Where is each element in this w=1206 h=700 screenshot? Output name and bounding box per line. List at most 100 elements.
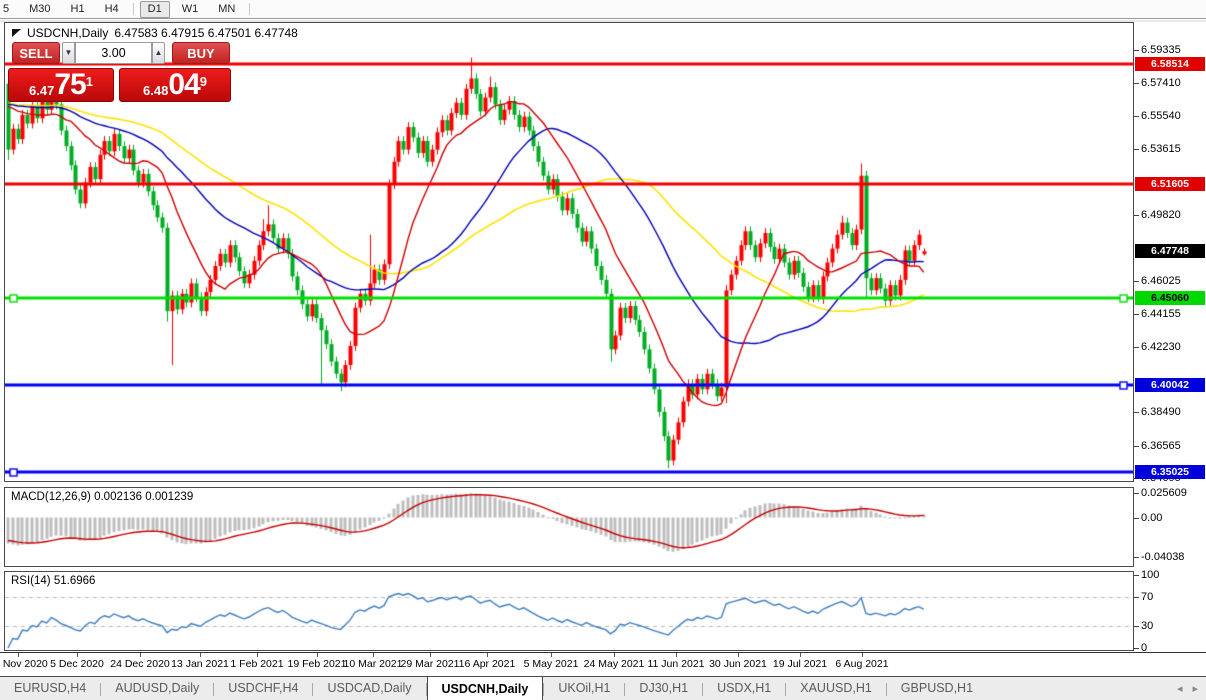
timeframe-button-h1[interactable]: H1 — [63, 1, 93, 18]
date-tick-label: 5 Dec 2020 — [50, 658, 104, 670]
date-tick-label: 24 May 2021 — [584, 658, 645, 670]
price-tick-label: 6.53615 — [1141, 143, 1181, 155]
date-tick-label: 13 Jan 2021 — [171, 658, 229, 670]
price-tick-mark — [1134, 446, 1139, 447]
main-chart-panel: USDCNH,Daily 6.47583 6.47915 6.47501 6.4… — [4, 22, 1134, 482]
symbol-tab-usdchf[interactable]: USDCHF,H4 — [214, 677, 312, 700]
macd-tick-label: 0.00 — [1141, 512, 1162, 524]
date-tick-label: 1 Feb 2021 — [230, 658, 283, 670]
date-tick-label: 17 Nov 2020 — [0, 658, 48, 670]
buy-price-box[interactable]: 6.48049 — [119, 68, 231, 102]
symbol-tab-dj30[interactable]: DJ30,H1 — [625, 677, 702, 700]
date-tick-label: 5 May 2021 — [524, 658, 579, 670]
price-tick-label: 6.38490 — [1141, 406, 1181, 418]
price-tick-mark — [1134, 281, 1139, 282]
date-tick-label: 19 Jul 2021 — [773, 658, 827, 670]
sell-price-big: 75 — [54, 71, 85, 99]
macd-tick-mark — [1134, 518, 1139, 519]
date-tick-mark — [738, 653, 739, 657]
date-tick-mark — [77, 653, 78, 657]
macd-tick-mark — [1134, 493, 1139, 494]
date-tick-mark — [862, 653, 863, 657]
price-axis[interactable]: 6.593356.574106.555406.536156.498206.460… — [1134, 22, 1206, 674]
timeframe-button-mn[interactable]: MN — [210, 1, 243, 18]
date-tick-label: 11 Jun 2021 — [647, 658, 704, 670]
price-tick-mark — [1134, 314, 1139, 315]
symbol-tab-usdcnh[interactable]: USDCNH,Daily — [427, 676, 544, 700]
chart-symbol-label: USDCNH,Daily — [27, 26, 108, 40]
toolbar-separator — [133, 3, 134, 15]
price-badge: 6.51605 — [1135, 177, 1205, 191]
tab-scroll-left-icon[interactable]: ◂ — [1177, 682, 1183, 695]
price-tick-label: 6.59335 — [1141, 44, 1181, 56]
symbol-tab-ukoil[interactable]: UKOil,H1 — [544, 677, 624, 700]
date-tick-mark — [430, 653, 431, 657]
timeframe-button-w1[interactable]: W1 — [174, 1, 207, 18]
price-tick-label: 6.46025 — [1141, 275, 1181, 287]
rsi-tick-mark — [1134, 575, 1139, 576]
timeframe-button-h4[interactable]: H4 — [97, 1, 127, 18]
date-tick-mark — [140, 653, 141, 657]
timeframe-button-5[interactable]: 5 — [0, 1, 17, 18]
rsi-tick-label: 100 — [1141, 569, 1159, 581]
buy-button[interactable]: BUY — [172, 42, 230, 64]
date-tick-mark — [257, 653, 258, 657]
chart-ohlc-values: 6.47583 6.47915 6.47501 6.47748 — [114, 26, 298, 40]
date-tick-mark — [614, 653, 615, 657]
tab-scroll-arrows: ◂ ▸ — [1177, 682, 1198, 695]
price-tick-label: 6.42230 — [1141, 341, 1181, 353]
price-tick-mark — [1134, 412, 1139, 413]
toolbar-separator — [249, 3, 250, 15]
symbol-tab-eurusd[interactable]: EURUSD,H4 — [0, 677, 100, 700]
rsi-canvas[interactable] — [5, 572, 1133, 650]
price-tick-mark — [1134, 149, 1139, 150]
rsi-tick-label: 30 — [1141, 620, 1153, 632]
one-click-trading-panel: SELL ▼ 3.00 ▲ BUY 6.47751 6.48049 — [8, 42, 232, 104]
symbol-tab-usdcad[interactable]: USDCAD,Daily — [313, 677, 425, 700]
price-tick-mark — [1134, 215, 1139, 216]
macd-tick-mark — [1134, 557, 1139, 558]
symbol-tab-usdx[interactable]: USDX,H1 — [703, 677, 785, 700]
rsi-tick-mark — [1134, 626, 1139, 627]
symbol-tab-audusd[interactable]: AUDUSD,Daily — [101, 677, 213, 700]
symbol-tab-bar: EURUSD,H4AUDUSD,DailyUSDCHF,H4USDCAD,Dai… — [0, 676, 1206, 700]
price-badge: 6.35025 — [1135, 465, 1205, 479]
volume-decrease-icon[interactable]: ▼ — [62, 42, 75, 64]
price-badge: 6.58514 — [1135, 57, 1205, 71]
sell-button[interactable]: SELL — [12, 42, 60, 64]
price-tick-label: 6.49820 — [1141, 209, 1181, 221]
rsi-tick-mark — [1134, 648, 1139, 649]
date-tick-label: 19 Feb 2021 — [288, 658, 347, 670]
tab-scroll-right-icon[interactable]: ▸ — [1192, 682, 1198, 695]
chart-title: USDCNH,Daily 6.47583 6.47915 6.47501 6.4… — [12, 26, 298, 40]
timeframe-button-m30[interactable]: M30 — [21, 1, 58, 18]
rsi-panel: RSI(14) 51.6966 — [4, 571, 1134, 651]
sell-price-box[interactable]: 6.47751 — [8, 68, 114, 102]
date-tick-mark — [487, 653, 488, 657]
price-tick-label: 6.36565 — [1141, 440, 1181, 452]
symbol-tab-gbpusd[interactable]: GBPUSD,H1 — [887, 677, 987, 700]
date-tick-mark — [676, 653, 677, 657]
date-tick-label: 6 Aug 2021 — [835, 658, 888, 670]
sell-price-sup: 1 — [86, 69, 93, 95]
timeframe-button-d1[interactable]: D1 — [140, 1, 170, 18]
price-badge: 6.47748 — [1135, 244, 1205, 258]
date-axis[interactable]: 17 Nov 20205 Dec 2020 24 Dec 202013 Jan 2… — [0, 652, 1206, 676]
date-tick-mark — [200, 653, 201, 657]
volume-input[interactable]: 3.00 — [75, 42, 152, 64]
date-tick-label: 24 Dec 2020 — [110, 658, 170, 670]
macd-tick-label: 0.025609 — [1141, 487, 1187, 499]
macd-tick-label: -0.04038 — [1141, 551, 1184, 563]
symbol-tab-xauusd[interactable]: XAUUSD,H1 — [786, 677, 886, 700]
buy-price-sup: 9 — [200, 69, 207, 95]
macd-panel: MACD(12,26,9) 0.002136 0.001239 — [4, 487, 1134, 567]
macd-label: MACD(12,26,9) 0.002136 0.001239 — [11, 491, 193, 503]
date-tick-mark — [18, 653, 19, 657]
rsi-tick-mark — [1134, 597, 1139, 598]
price-tick-mark — [1134, 83, 1139, 84]
volume-increase-icon[interactable]: ▲ — [152, 42, 165, 64]
price-tick-label: 6.57410 — [1141, 77, 1181, 89]
one-click-toggle-icon[interactable] — [12, 29, 21, 37]
date-tick-label: 29 Mar 2021 — [401, 658, 460, 670]
date-tick-mark — [551, 653, 552, 657]
